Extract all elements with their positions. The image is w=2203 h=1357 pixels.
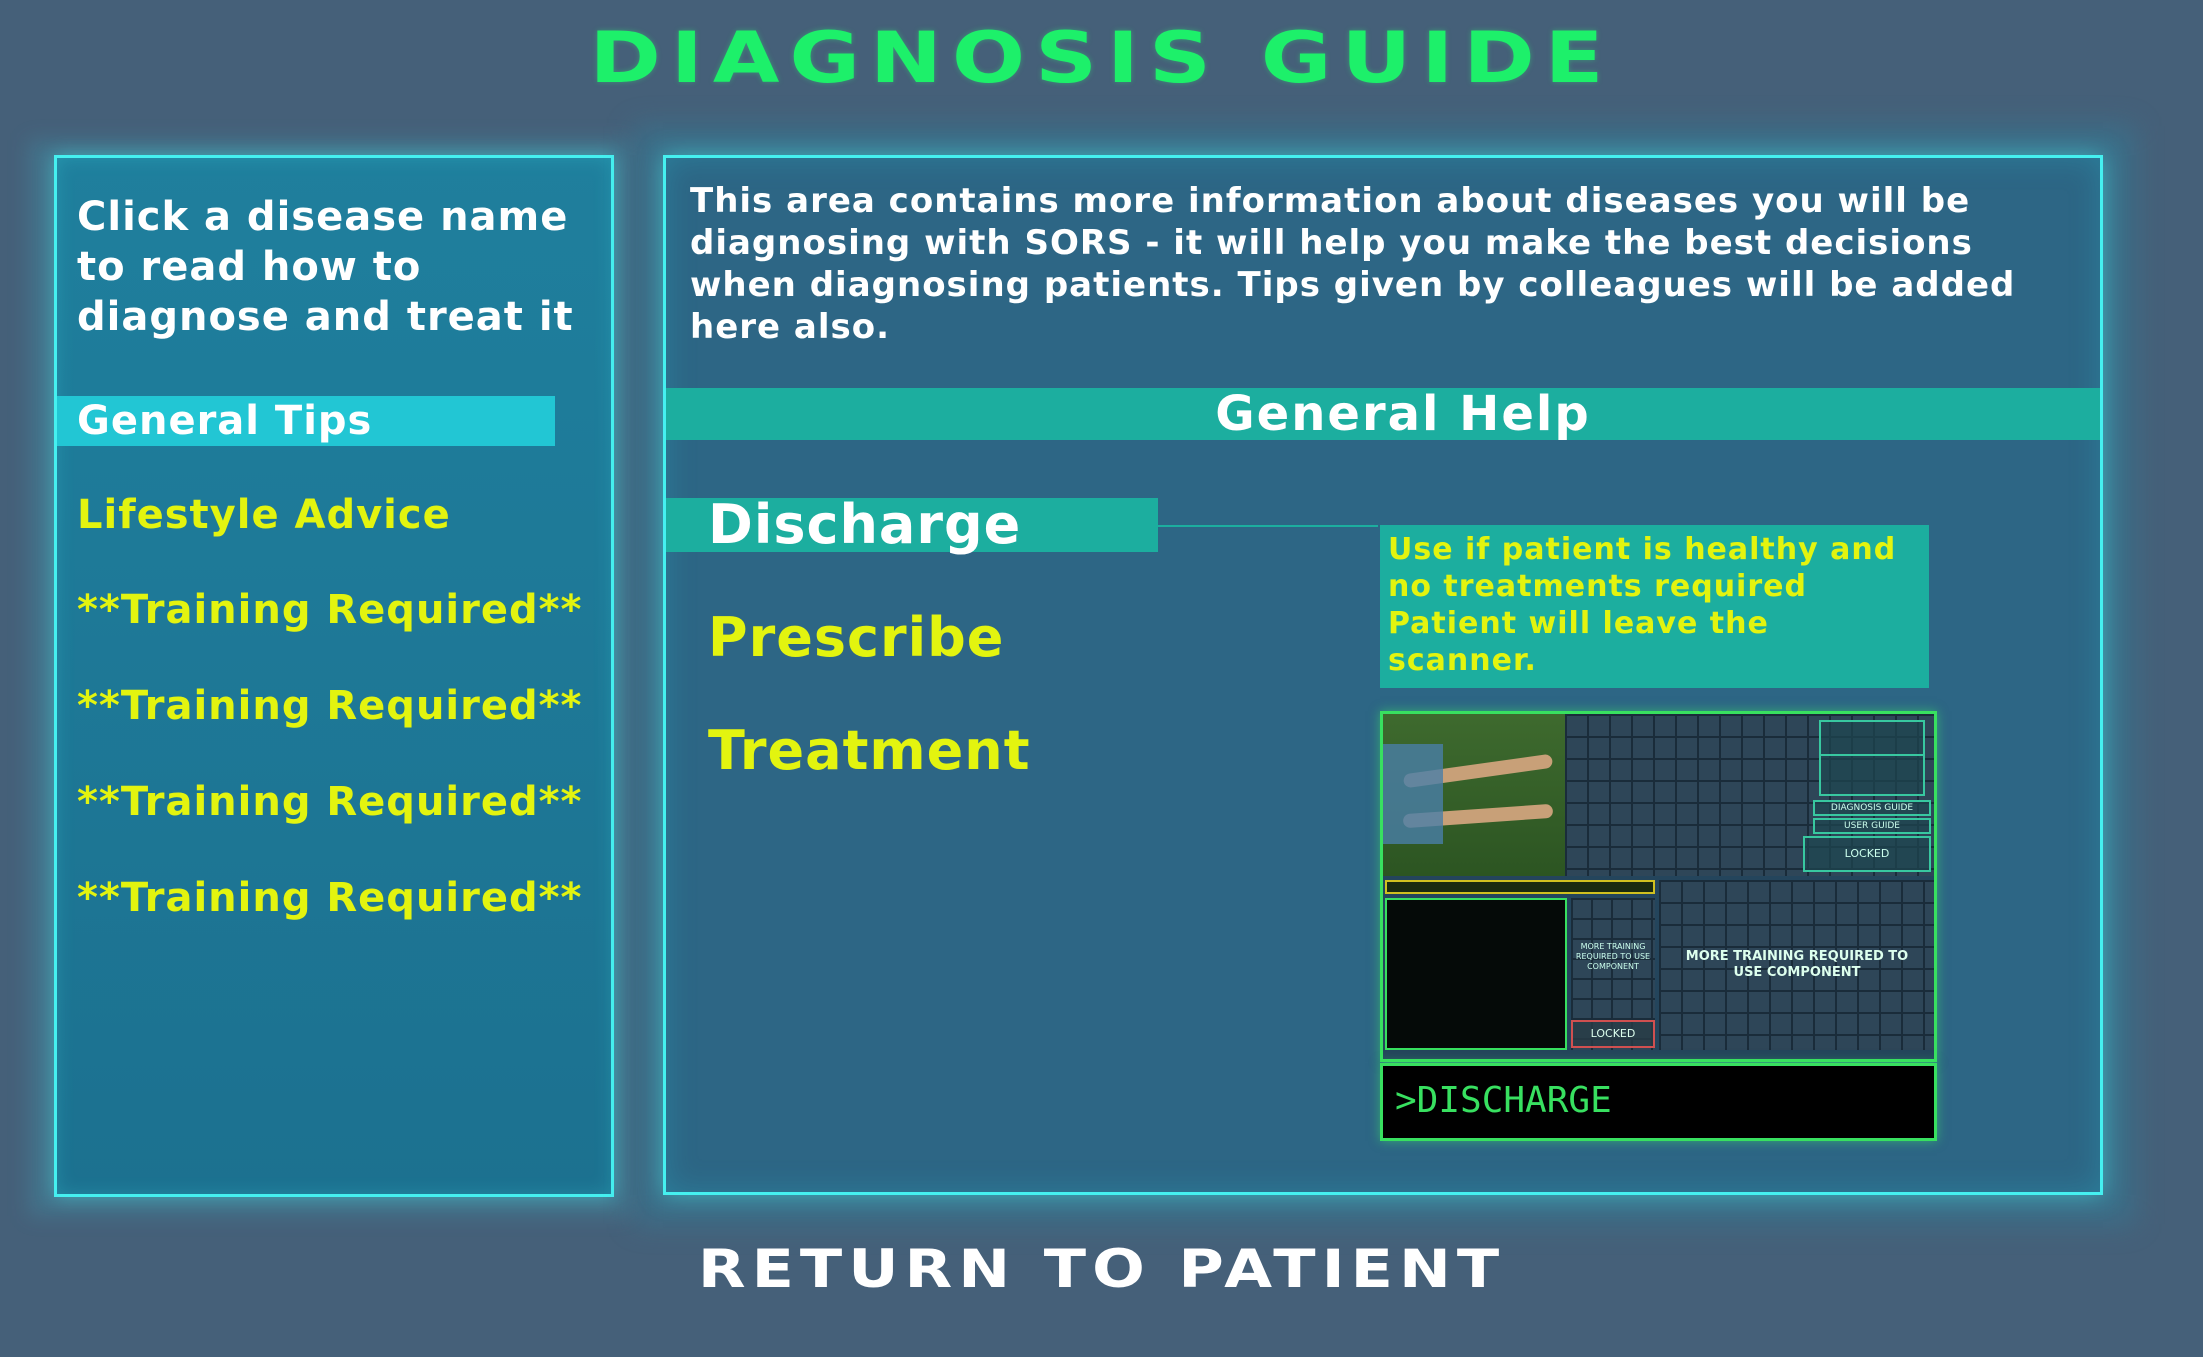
disease-list-instructions: Click a disease name to read how to diag… (77, 194, 574, 340)
content-intro-text: This area contains more information abou… (690, 181, 2016, 347)
preview-diagnosis-guide-button: DIAGNOSIS GUIDE (1813, 800, 1931, 816)
disease-item-lifestyle-advice[interactable]: Lifestyle Advice (57, 490, 555, 540)
discharge-preview-image: DIAGNOSIS GUIDE USER GUIDE LOCKED MORE T… (1380, 711, 1937, 1062)
preview-component-locked: LOCKED (1571, 1020, 1655, 1048)
section-header: General Help (666, 388, 2100, 440)
preview-log-panel (1385, 898, 1567, 1050)
action-connector-line (1158, 525, 1378, 527)
disease-list-panel: Click a disease name to read how to diag… (54, 155, 614, 1197)
action-prescribe[interactable]: Prescribe (666, 611, 1158, 665)
preview-user-guide-button: USER GUIDE (1813, 818, 1931, 834)
disease-item-locked-1[interactable]: **Training Required** (57, 585, 581, 635)
disease-item-general-tips[interactable]: General Tips (57, 396, 555, 446)
preview-monitor (1819, 720, 1925, 796)
preview-small-training-label: MORE TRAINING REQUIRED TO USE COMPONENT (1575, 942, 1651, 971)
section-title: General Help (1215, 386, 1591, 442)
patient-legs-image (1383, 714, 1565, 876)
page-title: DIAGNOSIS GUIDE (589, 17, 1614, 99)
preview-training-label: MORE TRAINING REQUIRED TO USE COMPONENT (1685, 949, 1909, 980)
preview-training-required: MORE TRAINING REQUIRED TO USE COMPONENT (1659, 880, 1934, 1050)
action-treatment[interactable]: Treatment (666, 724, 1158, 778)
action-description: Use if patient is healthy and no treatme… (1380, 525, 1929, 688)
disease-item-locked-3[interactable]: **Training Required** (57, 777, 581, 827)
preview-status-bar (1385, 880, 1655, 894)
preview-locked-button: LOCKED (1803, 836, 1931, 872)
disease-item-locked-2[interactable]: **Training Required** (57, 681, 581, 731)
action-discharge[interactable]: Discharge (666, 498, 1158, 552)
command-console: >DISCHARGE (1380, 1063, 1937, 1141)
return-to-patient-button[interactable]: RETURN TO PATIENT (0, 1237, 2203, 1299)
content-panel: This area contains more information abou… (663, 155, 2103, 1195)
disease-item-locked-4[interactable]: **Training Required** (57, 873, 581, 923)
